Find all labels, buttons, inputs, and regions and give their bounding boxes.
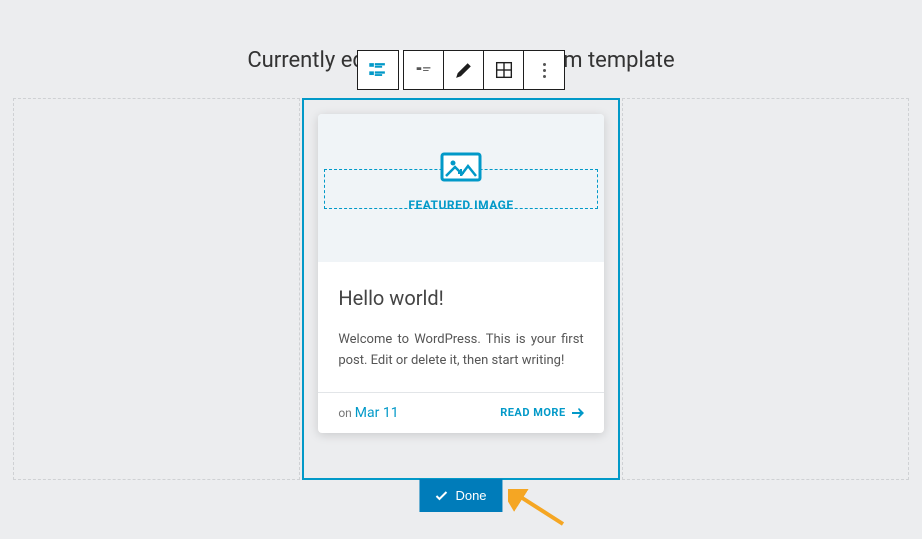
- read-more-link[interactable]: READ MORE: [500, 406, 583, 419]
- grid-column-selected[interactable]: FEATURED IMAGE Hello world! Welcome to W…: [302, 98, 619, 480]
- post-excerpt[interactable]: Welcome to WordPress. This is your first…: [338, 330, 583, 372]
- kebab-icon: [543, 63, 546, 78]
- more-options-button[interactable]: [524, 51, 564, 89]
- arrow-right-icon: [572, 408, 584, 418]
- grid-layout-button[interactable]: [484, 51, 524, 89]
- block-toolbar: [357, 50, 565, 90]
- grid-column-left[interactable]: [13, 98, 300, 480]
- template-grid: FEATURED IMAGE Hello world! Welcome to W…: [13, 98, 909, 480]
- done-button[interactable]: Done: [419, 479, 502, 512]
- image-placeholder-icon: [318, 152, 603, 188]
- loop-block-icon-button[interactable]: [358, 51, 398, 89]
- check-icon: [435, 491, 447, 501]
- post-card: FEATURED IMAGE Hello world! Welcome to W…: [318, 114, 603, 433]
- post-date[interactable]: on Mar 11: [338, 405, 398, 421]
- grid-column-right[interactable]: [622, 98, 909, 480]
- featured-image-area[interactable]: FEATURED IMAGE: [318, 114, 603, 262]
- date-prefix: on: [338, 406, 351, 420]
- post-title[interactable]: Hello world!: [338, 286, 583, 310]
- featured-image-label: FEATURED IMAGE: [318, 198, 603, 212]
- edit-pencil-button[interactable]: [444, 51, 484, 89]
- date-value: Mar 11: [355, 405, 399, 421]
- drag-handle-button[interactable]: [404, 51, 444, 89]
- annotation-arrow-icon: [508, 489, 568, 529]
